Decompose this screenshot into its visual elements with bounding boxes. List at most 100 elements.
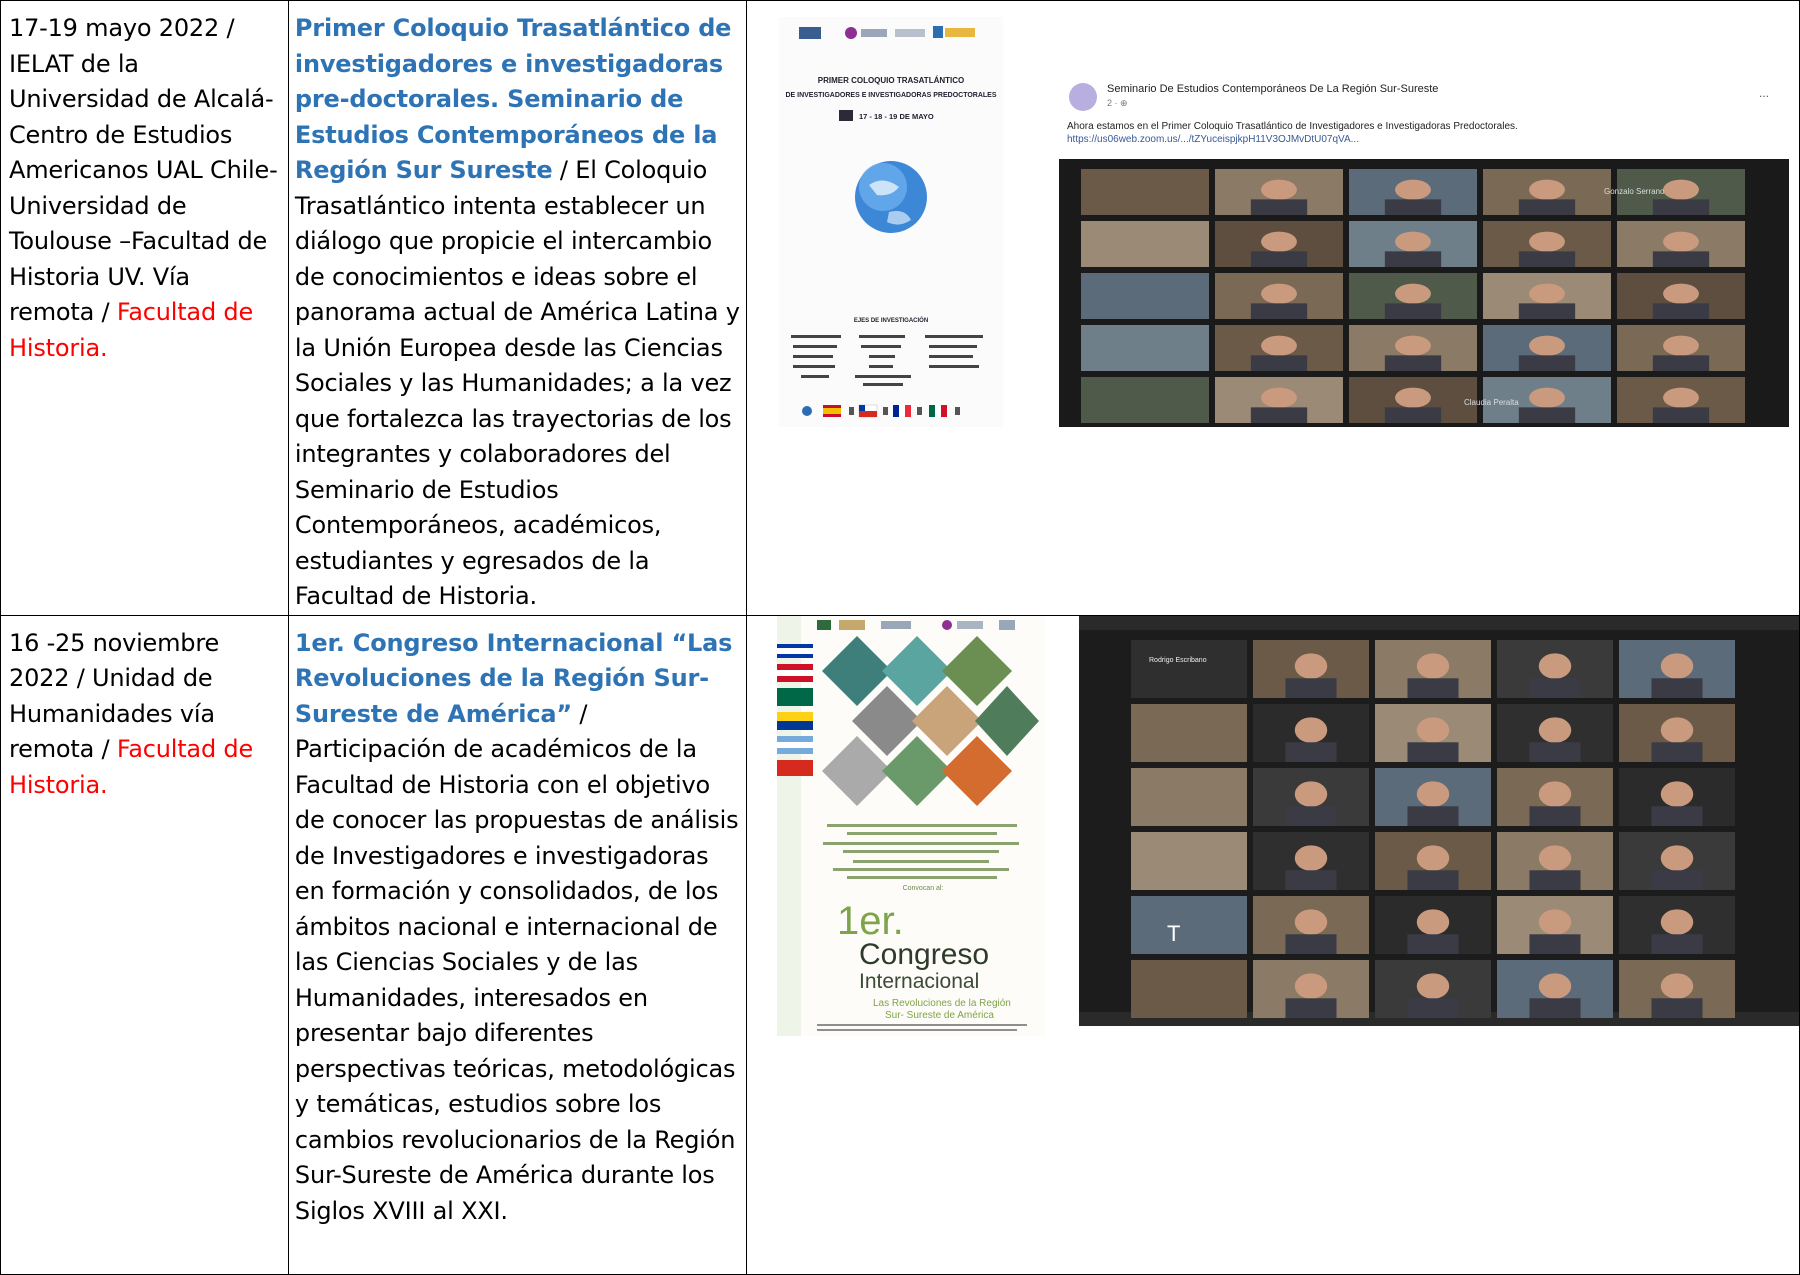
participant-figure <box>1652 199 1709 215</box>
participant-figure <box>1416 780 1449 807</box>
tile-initial: T <box>1167 921 1180 946</box>
participant-figure <box>1394 387 1431 408</box>
participant-figure <box>1651 805 1703 826</box>
participant-figure <box>1652 251 1709 267</box>
event-description: / El Coloquio Trasatlántico intenta esta… <box>294 156 740 610</box>
event-description: / Participación de académicos de la Facu… <box>294 699 739 1225</box>
participant-figure <box>1407 741 1459 762</box>
participant-figure <box>1538 652 1571 679</box>
participant-name: Rodrigo Escribano <box>1149 657 1207 664</box>
participant-figure <box>1538 844 1571 871</box>
post-meta: 2 · ⊕ <box>1107 98 1128 108</box>
participant-figure <box>1518 407 1575 423</box>
poster-convocan: Convocan al: <box>902 885 943 892</box>
video-tile <box>1080 169 1209 215</box>
video-tile <box>1080 325 1209 371</box>
participant-figure <box>1294 652 1327 679</box>
page-avatar <box>1068 83 1097 111</box>
participant-figure <box>1662 387 1699 408</box>
participant-figure <box>1660 972 1693 999</box>
images-cell: Convocan al: 1er. Congreso Internacional… <box>745 614 1800 1275</box>
participant-figure <box>1407 997 1459 1018</box>
post-text: Ahora estamos en el Primer Coloquio Tras… <box>1067 121 1518 132</box>
video-tile <box>1130 767 1247 826</box>
poster-title-line1: PRIMER COLOQUIO TRASATLÁNTICO <box>817 76 964 85</box>
participant-figure <box>1260 283 1297 304</box>
post-page-name: Seminario De Estudios Contemporáneos De … <box>1107 83 1438 95</box>
participant-figure <box>1528 387 1565 408</box>
participant-figure <box>1416 972 1449 999</box>
participant-figure <box>1285 997 1337 1018</box>
participant-figure <box>1652 303 1709 319</box>
poster-axes-title: EJES DE INVESTIGACIÓN <box>854 316 928 324</box>
participant-figure <box>1518 355 1575 371</box>
participant-figure <box>1652 407 1709 423</box>
participant-figure <box>1416 716 1449 743</box>
poster-big-internacional: Internacional <box>859 970 979 993</box>
participant-figure <box>1384 199 1441 215</box>
event-date: 17-19 mayo 2022 / <box>9 14 235 42</box>
events-table: 17-19 mayo 2022 / IELAT de la Universida… <box>0 0 1800 1275</box>
participant-figure <box>1518 199 1575 215</box>
participant-figure <box>1394 231 1431 252</box>
participant-figure <box>1294 716 1327 743</box>
participant-figure <box>1394 335 1431 356</box>
participant-figure <box>1538 972 1571 999</box>
event-place: IELAT de la Universidad de Alcalá-Centro… <box>9 49 278 327</box>
congreso-poster: Convocan al: 1er. Congreso Internacional… <box>776 615 1045 1036</box>
participant-figure <box>1407 805 1459 826</box>
participant-figure <box>1250 303 1307 319</box>
participant-figure <box>1285 677 1337 698</box>
participant-figure <box>1416 652 1449 679</box>
participant-figure <box>1662 231 1699 252</box>
participant-figure <box>1529 869 1581 890</box>
participant-figure <box>1651 933 1703 954</box>
participant-figure <box>1660 780 1693 807</box>
participant-figure <box>1651 869 1703 890</box>
video-tile <box>1130 895 1247 954</box>
coloquio-poster: PRIMER COLOQUIO TRASATLÁNTICO DE INVESTI… <box>778 17 1003 427</box>
participant-figure <box>1250 355 1307 371</box>
participant-figure <box>1529 805 1581 826</box>
participant-figure <box>1529 933 1581 954</box>
post-link: https://us06web.zoom.us/.../tZYuceispjkp… <box>1067 134 1359 145</box>
participant-figure <box>1294 908 1327 935</box>
video-tile <box>1080 273 1209 319</box>
participant-figure <box>1285 805 1337 826</box>
participant-figure <box>1416 844 1449 871</box>
video-tile <box>1080 377 1209 423</box>
description-cell: 1er. Congreso Internacional “Las Revoluc… <box>287 614 747 1275</box>
participant-figure <box>1528 179 1565 200</box>
poster-title-line2: DE INVESTIGADORES E INVESTIGADORAS PREDO… <box>785 92 996 99</box>
participant-figure <box>1285 869 1337 890</box>
participant-figure <box>1250 407 1307 423</box>
participant-figure <box>1394 179 1431 200</box>
participant-figure <box>1529 741 1581 762</box>
participant-figure <box>1384 355 1441 371</box>
zoom-meeting-art: Rodrigo Escribano T <box>1078 615 1799 1026</box>
participant-figure <box>1529 997 1581 1018</box>
poster-big-congreso: Congreso <box>859 938 989 971</box>
participant-figure <box>1294 972 1327 999</box>
participant-figure <box>1528 231 1565 252</box>
participant-figure <box>1407 677 1459 698</box>
poster-dates: 17 - 18 - 19 DE MAYO <box>859 112 934 121</box>
event-title: 1er. Congreso Internacional “Las Revoluc… <box>294 628 733 728</box>
participant-figure <box>1651 997 1703 1018</box>
video-tile <box>1080 221 1209 267</box>
participant-figure <box>1518 251 1575 267</box>
poster-sub-1: Las Revoluciones de la Región <box>873 998 1011 1009</box>
video-tile <box>1130 959 1247 1018</box>
participant-figure <box>1660 844 1693 871</box>
participant-figure <box>1260 335 1297 356</box>
table-row: 16 -25 noviembre 2022 / Unidad de Humani… <box>0 614 1800 1275</box>
participant-figure <box>1384 251 1441 267</box>
participant-figure <box>1407 933 1459 954</box>
participant-figure <box>1250 251 1307 267</box>
date-place-cell: 17-19 mayo 2022 / IELAT de la Universida… <box>0 0 289 616</box>
coloquio-poster-art: PRIMER COLOQUIO TRASATLÁNTICO DE INVESTI… <box>778 17 1003 427</box>
participant-figure <box>1538 908 1571 935</box>
video-tile <box>1130 639 1247 698</box>
poster-sub-2: Sur- Sureste de América <box>885 1010 994 1021</box>
participant-figure <box>1407 869 1459 890</box>
